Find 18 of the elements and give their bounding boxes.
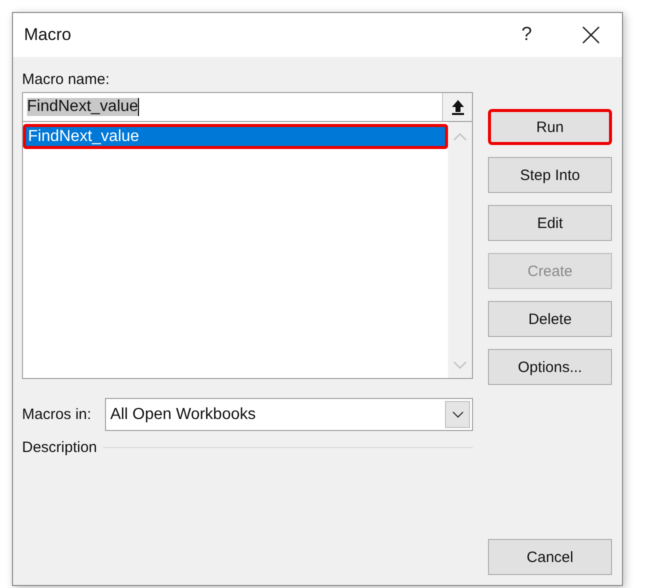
dialog-button[interactable]: Delete [488, 301, 612, 337]
dialog-button[interactable]: Step Into [488, 157, 612, 193]
description-label: Description [22, 439, 98, 456]
dialog-button[interactable]: Edit [488, 205, 612, 241]
scroll-down-icon[interactable] [453, 360, 467, 370]
macros-in-dropdown[interactable]: All Open Workbooks [105, 398, 473, 431]
window-title: Macro [24, 25, 72, 45]
close-icon[interactable] [582, 26, 600, 44]
dialog-button[interactable]: Options... [488, 349, 612, 385]
scrollbar[interactable] [448, 122, 472, 378]
macros-in-label: Macros in: [22, 406, 92, 423]
chevron-down-icon [452, 410, 464, 418]
dialog-button[interactable]: Run [488, 109, 612, 145]
macro-list-item[interactable]: FindNext_value [23, 124, 448, 149]
cancel-button[interactable]: Cancel [488, 539, 612, 575]
help-button[interactable]: ? [521, 24, 532, 46]
scroll-up-icon[interactable] [453, 132, 467, 142]
macro-name-label: Macro name: [22, 71, 111, 88]
